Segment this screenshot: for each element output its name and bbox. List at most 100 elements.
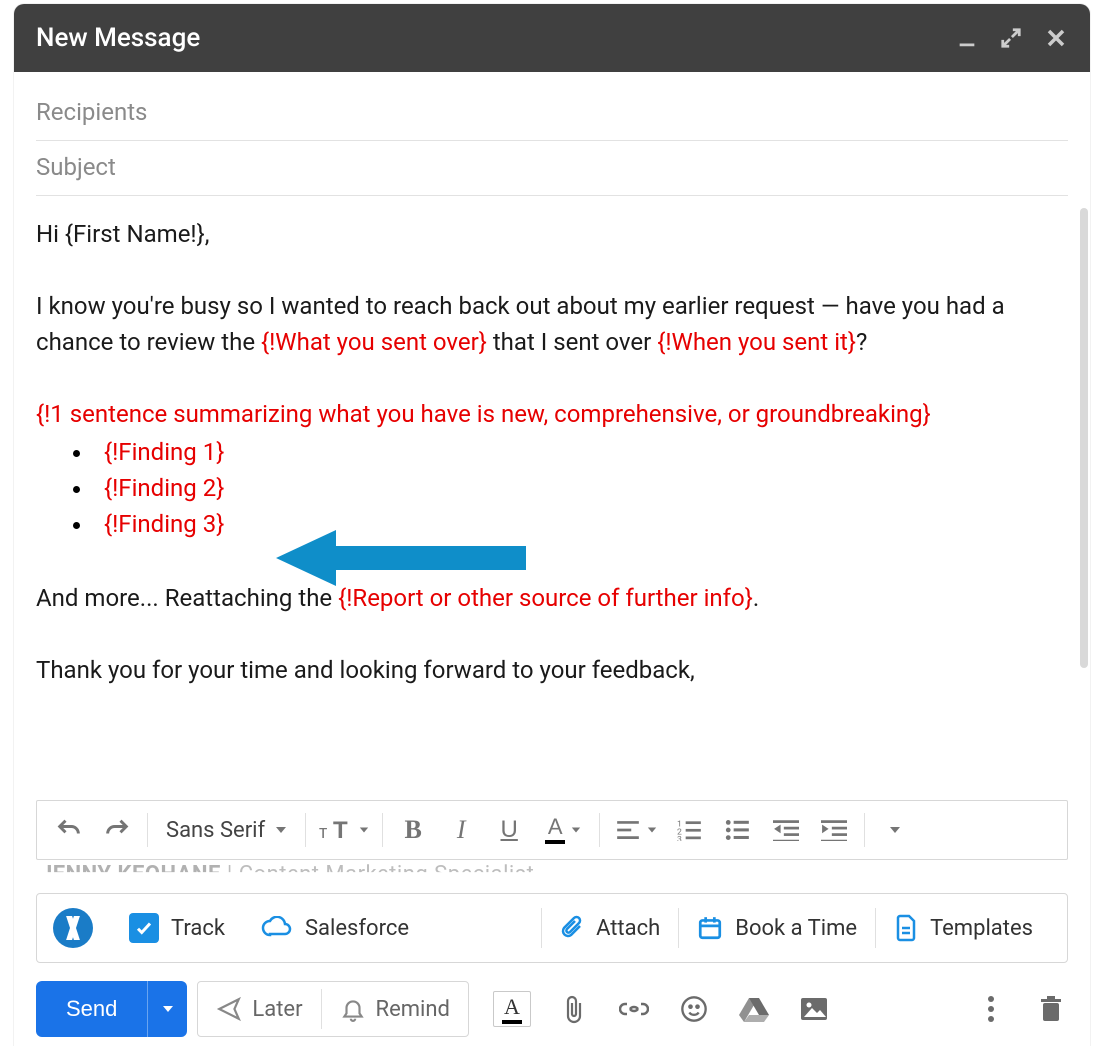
bell-icon bbox=[340, 996, 366, 1022]
chevron-down-icon bbox=[571, 825, 581, 835]
separator bbox=[382, 813, 383, 847]
summary-line: {!1 sentence summarizing what you have i… bbox=[36, 396, 1068, 432]
arrow-annotation-icon bbox=[276, 528, 536, 588]
more-options-icon[interactable] bbox=[974, 992, 1008, 1026]
more-formatting-icon[interactable] bbox=[873, 808, 917, 852]
indent-less-icon[interactable] bbox=[764, 808, 808, 852]
window-controls bbox=[956, 26, 1068, 50]
font-size-icon[interactable]: тT bbox=[314, 808, 374, 852]
discard-icon[interactable] bbox=[1034, 992, 1068, 1026]
send-more-button[interactable] bbox=[147, 981, 187, 1037]
compose-window: New Message Recipients Subject Hi {First… bbox=[14, 4, 1090, 1046]
numbered-list-icon[interactable]: 123 bbox=[668, 808, 712, 852]
minimize-icon[interactable] bbox=[956, 27, 978, 49]
merge-tag: {!Report or other source of further info… bbox=[338, 584, 753, 612]
bold-icon[interactable]: B bbox=[391, 808, 435, 852]
redo-icon[interactable] bbox=[95, 808, 139, 852]
templates-button[interactable]: Templates bbox=[876, 906, 1051, 950]
indent-more-icon[interactable] bbox=[812, 808, 856, 852]
cloud-icon bbox=[261, 916, 293, 940]
insert-link-icon[interactable] bbox=[617, 992, 651, 1026]
templates-label: Templates bbox=[930, 916, 1033, 941]
paragraph-1: I know you're busy so I wanted to reach … bbox=[36, 288, 1068, 360]
text: that I sent over bbox=[487, 328, 657, 356]
compose-actions: A bbox=[493, 991, 831, 1027]
findings-list: {!Finding 1} {!Finding 2} {!Finding 3} bbox=[36, 434, 1068, 542]
svg-text:т: т bbox=[319, 822, 327, 842]
text: . bbox=[753, 584, 759, 612]
attach-file-icon[interactable] bbox=[557, 992, 591, 1026]
underline-icon[interactable]: U bbox=[487, 808, 531, 852]
later-button[interactable]: Later bbox=[198, 982, 320, 1036]
send-group: Send bbox=[36, 981, 187, 1037]
merge-tag: {!When you sent it} bbox=[657, 328, 856, 356]
attach-label: Attach bbox=[596, 916, 660, 941]
window-title: New Message bbox=[36, 23, 200, 53]
document-icon bbox=[894, 914, 918, 942]
checkbox-checked-icon bbox=[129, 913, 159, 943]
subject-field[interactable]: Subject bbox=[36, 141, 1068, 196]
track-label: Track bbox=[171, 916, 225, 941]
right-actions bbox=[974, 992, 1068, 1026]
chevron-down-icon bbox=[162, 1003, 174, 1015]
drive-icon[interactable] bbox=[737, 992, 771, 1026]
email-body[interactable]: Hi {First Name!}, I know you're busy so … bbox=[14, 196, 1090, 786]
book-time-button[interactable]: Book a Time bbox=[679, 906, 875, 950]
salesforce-button[interactable]: Salesforce bbox=[243, 906, 427, 950]
formatting-toggle-icon[interactable]: A bbox=[493, 991, 531, 1027]
schedule-group: Later Remind bbox=[197, 981, 469, 1037]
recipients-field[interactable]: Recipients bbox=[36, 86, 1068, 141]
merge-tag: {!Finding 2} bbox=[104, 474, 224, 502]
paperclip-icon bbox=[560, 914, 584, 942]
list-item: {!Finding 3} bbox=[94, 506, 1068, 542]
titlebar: New Message bbox=[14, 4, 1090, 72]
sig-name: JENNY KEOHANE bbox=[40, 862, 221, 887]
sig-sep: | bbox=[221, 862, 239, 887]
emoji-icon[interactable] bbox=[677, 992, 711, 1026]
text: Hi bbox=[36, 220, 65, 248]
merge-tag: {!Finding 3} bbox=[104, 510, 224, 538]
insert-image-icon[interactable] bbox=[797, 992, 831, 1026]
remind-label: Remind bbox=[376, 997, 450, 1022]
text-color-icon[interactable]: A bbox=[535, 808, 591, 852]
text: ? bbox=[856, 328, 867, 356]
calendar-icon bbox=[697, 915, 723, 941]
sig-role: Content Marketing Specialist bbox=[239, 862, 535, 887]
send-later-icon bbox=[216, 996, 242, 1022]
remind-button[interactable]: Remind bbox=[322, 982, 468, 1036]
chevron-down-icon bbox=[359, 825, 369, 835]
salesforce-label: Salesforce bbox=[305, 916, 409, 941]
list-item: {!Finding 1} bbox=[94, 434, 1068, 470]
separator bbox=[864, 813, 865, 847]
merge-tag: {!Finding 1} bbox=[104, 438, 224, 466]
attach-button[interactable]: Attach bbox=[542, 906, 678, 950]
text: , bbox=[205, 220, 210, 248]
font-name: Sans Serif bbox=[166, 818, 265, 843]
undo-icon[interactable] bbox=[47, 808, 91, 852]
merge-tag: {First Name!} bbox=[65, 220, 205, 248]
separator bbox=[147, 813, 148, 847]
italic-icon[interactable]: I bbox=[439, 808, 483, 852]
extension-bar: Track Salesforce Attach Book a Time Temp… bbox=[36, 893, 1068, 963]
later-label: Later bbox=[252, 997, 302, 1022]
font-family-picker[interactable]: Sans Serif bbox=[156, 818, 297, 843]
send-button[interactable]: Send bbox=[36, 981, 147, 1037]
greeting-line: Hi {First Name!}, bbox=[36, 216, 1068, 252]
close-icon[interactable] bbox=[1044, 26, 1068, 50]
separator bbox=[599, 813, 600, 847]
yesware-logo-icon[interactable] bbox=[53, 908, 93, 948]
scrollbar[interactable] bbox=[1080, 208, 1088, 668]
expand-icon[interactable] bbox=[1000, 27, 1022, 49]
track-toggle[interactable]: Track bbox=[111, 906, 243, 950]
paragraph-2: And more... Reattaching the {!Report or … bbox=[36, 580, 1068, 616]
header-fields: Recipients Subject bbox=[14, 72, 1090, 196]
bottom-bar: Send Later Remind A bbox=[36, 981, 1068, 1037]
closing-line: Thank you for your time and looking forw… bbox=[36, 652, 1068, 688]
svg-text:T: T bbox=[333, 817, 348, 844]
signature-peek: JENNY KEOHANE | Content Marketing Specia… bbox=[14, 860, 1090, 887]
svg-text:3: 3 bbox=[677, 835, 682, 841]
bullet-list-icon[interactable] bbox=[716, 808, 760, 852]
chevron-down-icon bbox=[275, 824, 287, 836]
book-label: Book a Time bbox=[735, 916, 857, 941]
align-icon[interactable] bbox=[608, 808, 664, 852]
